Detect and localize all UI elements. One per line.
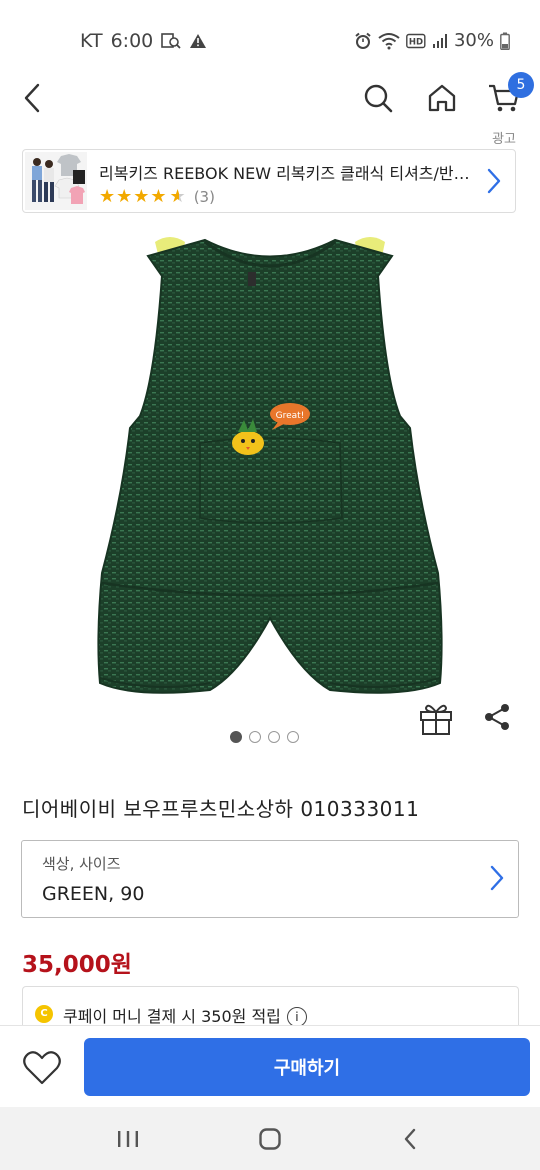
status-bar: KT 6:00 HD 30% <box>0 0 540 80</box>
carrier: KT <box>80 30 103 52</box>
recent-apps-icon[interactable] <box>108 1121 148 1157</box>
search-image-icon <box>161 33 181 49</box>
clock: 6:00 <box>110 30 154 52</box>
speech-bubble-text: Great! <box>276 411 305 421</box>
status-left: KT 6:00 <box>80 30 207 52</box>
option-label: 색상, 사이즈 <box>42 855 121 873</box>
ad-label: 광고 <box>492 132 516 147</box>
status-right: HD 30% <box>354 30 510 51</box>
search-icon[interactable] <box>360 80 396 116</box>
signal-icon <box>432 33 447 48</box>
chevron-right-icon <box>490 865 504 895</box>
benefit-text-wrap: 쿠페이 머니 결제 시 350원 적립 i <box>63 1003 307 1027</box>
ad-thumbnail <box>25 152 87 210</box>
gallery-dot-3[interactable] <box>268 731 280 743</box>
battery-percent: 30% <box>453 30 494 51</box>
ad-title: 리복키즈 REEBOK NEW 리복키즈 클래식 티셔츠/반바지 세트 <box>99 164 479 183</box>
ad-review-count: (3) <box>193 187 215 206</box>
product-image[interactable]: Great! <box>0 228 540 728</box>
ad-banner[interactable]: 리복키즈 REEBOK NEW 리복키즈 클래식 티셔츠/반바지 세트 ★★★★… <box>22 149 516 213</box>
back-nav-icon[interactable] <box>390 1121 430 1157</box>
battery-icon <box>500 32 510 50</box>
home-nav-icon[interactable] <box>250 1121 290 1157</box>
product-price: 35,000원 <box>22 952 132 978</box>
back-icon[interactable] <box>16 80 48 116</box>
gallery-pagination <box>230 731 299 743</box>
info-icon[interactable]: i <box>286 1007 307 1027</box>
coin-icon: C <box>35 1005 53 1023</box>
share-icon[interactable] <box>482 702 512 732</box>
gift-icon[interactable] <box>418 700 454 736</box>
ad-rating: ★★★★ ★ (3) <box>99 186 215 207</box>
cart-count-badge: 5 <box>508 72 534 98</box>
gallery-dot-1[interactable] <box>230 731 242 743</box>
buy-button[interactable]: 구매하기 <box>84 1038 530 1096</box>
option-value: GREEN, 90 <box>42 883 145 905</box>
warning-icon <box>190 34 207 48</box>
gallery-dot-4[interactable] <box>287 731 299 743</box>
chevron-right-icon <box>487 168 501 198</box>
svg-text:HD: HD <box>409 37 423 47</box>
option-selector[interactable]: 색상, 사이즈 GREEN, 90 <box>21 840 519 918</box>
product-title: 디어베이비 보우프루츠민소상하 010333011 <box>22 797 420 821</box>
hd-icon: HD <box>406 33 426 48</box>
benefit-text: 쿠페이 머니 결제 시 350원 적립 <box>63 1007 281 1026</box>
half-star-icon: ★ <box>169 186 186 207</box>
home-icon[interactable] <box>424 80 460 116</box>
system-nav-bar <box>0 1107 540 1170</box>
gallery-dot-2[interactable] <box>249 731 261 743</box>
alarm-icon <box>355 32 371 49</box>
heart-icon[interactable] <box>22 1050 62 1086</box>
bottom-action-bar: 구매하기 <box>0 1025 540 1108</box>
wifi-icon <box>378 32 400 49</box>
star-icons: ★★★★ <box>99 186 168 207</box>
